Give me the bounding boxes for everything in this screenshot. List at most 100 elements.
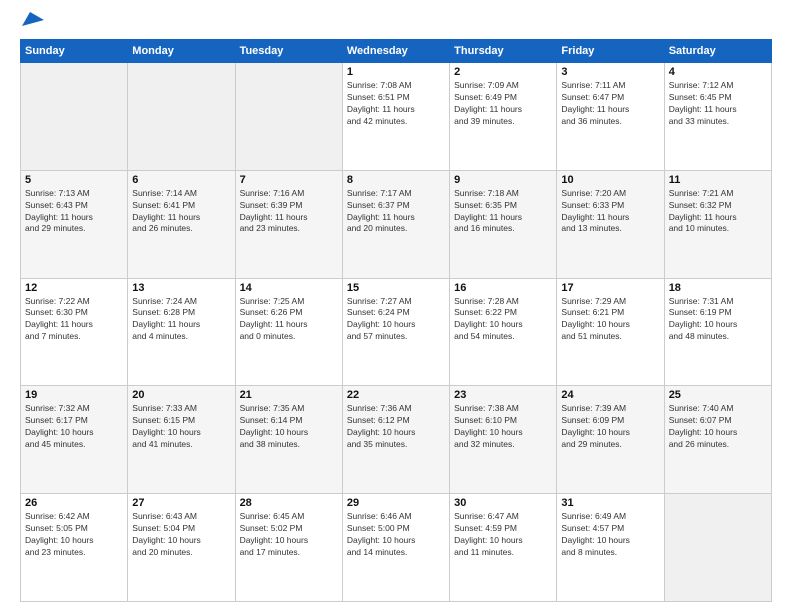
day-info: Sunrise: 7:16 AM Sunset: 6:39 PM Dayligh… — [240, 188, 338, 236]
calendar-cell: 18 Sunrise: 7:31 AM Sunset: 6:19 PM Dayli… — [664, 278, 771, 386]
calendar-cell: 21 Sunrise: 7:35 AM Sunset: 6:14 PM Dayli… — [235, 386, 342, 494]
day-number: 19 — [25, 389, 123, 401]
day-number: 8 — [347, 174, 445, 186]
day-number: 16 — [454, 282, 552, 294]
day-number: 18 — [669, 282, 767, 294]
day-number: 20 — [132, 389, 230, 401]
calendar-cell: 4 Sunrise: 7:12 AM Sunset: 6:45 PM Daylig… — [664, 63, 771, 171]
day-number: 3 — [561, 66, 659, 78]
calendar-cell: 28 Sunrise: 6:45 AM Sunset: 5:02 PM Dayli… — [235, 494, 342, 602]
day-info: Sunrise: 7:24 AM Sunset: 6:28 PM Dayligh… — [132, 296, 230, 344]
day-info: Sunrise: 7:40 AM Sunset: 6:07 PM Dayligh… — [669, 403, 767, 451]
day-info: Sunrise: 7:39 AM Sunset: 6:09 PM Dayligh… — [561, 403, 659, 451]
day-info: Sunrise: 7:12 AM Sunset: 6:45 PM Dayligh… — [669, 80, 767, 128]
day-number: 21 — [240, 389, 338, 401]
calendar-cell: 23 Sunrise: 7:38 AM Sunset: 6:10 PM Dayli… — [450, 386, 557, 494]
calendar-cell: 3 Sunrise: 7:11 AM Sunset: 6:47 PM Daylig… — [557, 63, 664, 171]
week-row-5: 26Sunrise: 6:42 AM Sunset: 5:05 PM Dayli… — [21, 494, 772, 602]
day-number: 27 — [132, 497, 230, 509]
day-number: 4 — [669, 66, 767, 78]
week-row-2: 5 Sunrise: 7:13 AM Sunset: 6:43 PM Daylig… — [21, 170, 772, 278]
day-info: Sunrise: 7:28 AM Sunset: 6:22 PM Dayligh… — [454, 296, 552, 344]
logo-arrow-icon — [22, 12, 44, 26]
calendar-cell — [235, 63, 342, 171]
day-info: Sunrise: 7:38 AM Sunset: 6:10 PM Dayligh… — [454, 403, 552, 451]
weekday-header-saturday: Saturday — [664, 40, 771, 63]
weekday-header-thursday: Thursday — [450, 40, 557, 63]
page: SundayMondayTuesdayWednesdayThursdayFrid… — [0, 0, 792, 612]
day-info: Sunrise: 6:43 AM Sunset: 5:04 PM Dayligh… — [132, 511, 230, 559]
day-info: Sunrise: 7:33 AM Sunset: 6:15 PM Dayligh… — [132, 403, 230, 451]
calendar-cell: 19 Sunrise: 7:32 AM Sunset: 6:17 PM Dayli… — [21, 386, 128, 494]
day-info: Sunrise: 6:47 AM Sunset: 4:59 PM Dayligh… — [454, 511, 552, 559]
day-number: 14 — [240, 282, 338, 294]
calendar-cell: 26Sunrise: 6:42 AM Sunset: 5:05 PM Dayli… — [21, 494, 128, 602]
day-info: Sunrise: 7:17 AM Sunset: 6:37 PM Dayligh… — [347, 188, 445, 236]
day-number: 12 — [25, 282, 123, 294]
weekday-header-friday: Friday — [557, 40, 664, 63]
day-number: 6 — [132, 174, 230, 186]
day-number: 23 — [454, 389, 552, 401]
day-number: 17 — [561, 282, 659, 294]
day-number: 7 — [240, 174, 338, 186]
day-info: Sunrise: 7:25 AM Sunset: 6:26 PM Dayligh… — [240, 296, 338, 344]
day-info: Sunrise: 7:32 AM Sunset: 6:17 PM Dayligh… — [25, 403, 123, 451]
day-number: 13 — [132, 282, 230, 294]
calendar-cell: 15 Sunrise: 7:27 AM Sunset: 6:24 PM Dayli… — [342, 278, 449, 386]
calendar-cell: 20 Sunrise: 7:33 AM Sunset: 6:15 PM Dayli… — [128, 386, 235, 494]
day-info: Sunrise: 6:45 AM Sunset: 5:02 PM Dayligh… — [240, 511, 338, 559]
day-info: Sunrise: 7:22 AM Sunset: 6:30 PM Dayligh… — [25, 296, 123, 344]
day-number: 31 — [561, 497, 659, 509]
weekday-header-sunday: Sunday — [21, 40, 128, 63]
calendar-cell: 12 Sunrise: 7:22 AM Sunset: 6:30 PM Dayli… — [21, 278, 128, 386]
weekday-header-tuesday: Tuesday — [235, 40, 342, 63]
day-number: 29 — [347, 497, 445, 509]
logo — [20, 16, 44, 31]
calendar-cell: 30 Sunrise: 6:47 AM Sunset: 4:59 PM Dayli… — [450, 494, 557, 602]
weekday-header-row: SundayMondayTuesdayWednesdayThursdayFrid… — [21, 40, 772, 63]
week-row-3: 12 Sunrise: 7:22 AM Sunset: 6:30 PM Dayli… — [21, 278, 772, 386]
day-number: 2 — [454, 66, 552, 78]
calendar-cell: 11Sunrise: 7:21 AM Sunset: 6:32 PM Dayli… — [664, 170, 771, 278]
day-info: Sunrise: 7:29 AM Sunset: 6:21 PM Dayligh… — [561, 296, 659, 344]
calendar-cell: 5 Sunrise: 7:13 AM Sunset: 6:43 PM Daylig… — [21, 170, 128, 278]
day-number: 5 — [25, 174, 123, 186]
day-number: 30 — [454, 497, 552, 509]
day-info: Sunrise: 7:11 AM Sunset: 6:47 PM Dayligh… — [561, 80, 659, 128]
calendar-cell — [128, 63, 235, 171]
day-number: 1 — [347, 66, 445, 78]
day-info: Sunrise: 7:27 AM Sunset: 6:24 PM Dayligh… — [347, 296, 445, 344]
day-info: Sunrise: 7:36 AM Sunset: 6:12 PM Dayligh… — [347, 403, 445, 451]
day-info: Sunrise: 7:08 AM Sunset: 6:51 PM Dayligh… — [347, 80, 445, 128]
header — [20, 16, 772, 31]
day-number: 26 — [25, 497, 123, 509]
calendar-cell — [664, 494, 771, 602]
weekday-header-wednesday: Wednesday — [342, 40, 449, 63]
calendar-cell: 10Sunrise: 7:20 AM Sunset: 6:33 PM Dayli… — [557, 170, 664, 278]
week-row-1: 1 Sunrise: 7:08 AM Sunset: 6:51 PM Daylig… — [21, 63, 772, 171]
day-info: Sunrise: 7:21 AM Sunset: 6:32 PM Dayligh… — [669, 188, 767, 236]
calendar-cell: 9 Sunrise: 7:18 AM Sunset: 6:35 PM Daylig… — [450, 170, 557, 278]
day-info: Sunrise: 7:31 AM Sunset: 6:19 PM Dayligh… — [669, 296, 767, 344]
day-number: 28 — [240, 497, 338, 509]
calendar-cell: 13 Sunrise: 7:24 AM Sunset: 6:28 PM Dayli… — [128, 278, 235, 386]
calendar-cell: 22Sunrise: 7:36 AM Sunset: 6:12 PM Dayli… — [342, 386, 449, 494]
calendar-cell: 29Sunrise: 6:46 AM Sunset: 5:00 PM Dayli… — [342, 494, 449, 602]
calendar-cell: 24Sunrise: 7:39 AM Sunset: 6:09 PM Dayli… — [557, 386, 664, 494]
calendar-cell: 1 Sunrise: 7:08 AM Sunset: 6:51 PM Daylig… — [342, 63, 449, 171]
calendar-cell: 14 Sunrise: 7:25 AM Sunset: 6:26 PM Dayli… — [235, 278, 342, 386]
calendar-cell: 6Sunrise: 7:14 AM Sunset: 6:41 PM Daylig… — [128, 170, 235, 278]
day-number: 15 — [347, 282, 445, 294]
day-info: Sunrise: 7:09 AM Sunset: 6:49 PM Dayligh… — [454, 80, 552, 128]
day-info: Sunrise: 7:18 AM Sunset: 6:35 PM Dayligh… — [454, 188, 552, 236]
calendar-cell: 2 Sunrise: 7:09 AM Sunset: 6:49 PM Daylig… — [450, 63, 557, 171]
calendar-cell: 8 Sunrise: 7:17 AM Sunset: 6:37 PM Daylig… — [342, 170, 449, 278]
day-number: 9 — [454, 174, 552, 186]
day-info: Sunrise: 7:35 AM Sunset: 6:14 PM Dayligh… — [240, 403, 338, 451]
calendar-cell: 31Sunrise: 6:49 AM Sunset: 4:57 PM Dayli… — [557, 494, 664, 602]
calendar-cell: 17 Sunrise: 7:29 AM Sunset: 6:21 PM Dayli… — [557, 278, 664, 386]
calendar-cell: 7 Sunrise: 7:16 AM Sunset: 6:39 PM Daylig… — [235, 170, 342, 278]
day-info: Sunrise: 7:13 AM Sunset: 6:43 PM Dayligh… — [25, 188, 123, 236]
calendar-cell: 27 Sunrise: 6:43 AM Sunset: 5:04 PM Dayli… — [128, 494, 235, 602]
weekday-header-monday: Monday — [128, 40, 235, 63]
